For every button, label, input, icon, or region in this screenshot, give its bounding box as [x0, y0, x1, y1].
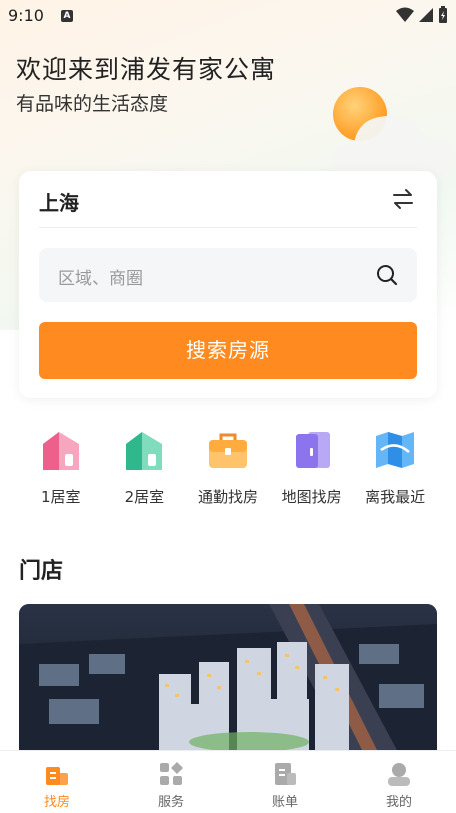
quick-link-label: 2居室: [124, 488, 165, 506]
quick-links: 1居室 2居室 通勤找房 地图找房 离我最近: [19, 428, 437, 508]
tab-find-home[interactable]: 找房: [0, 751, 114, 813]
bill-icon: [275, 763, 296, 785]
battery-icon: [439, 6, 447, 23]
swap-icon[interactable]: [391, 187, 415, 211]
tab-label: 我的: [385, 795, 412, 810]
tab-label: 账单: [271, 795, 298, 810]
tab-profile[interactable]: 我的: [342, 751, 456, 813]
tab-bills[interactable]: 账单: [228, 751, 342, 813]
city-selector[interactable]: 上海: [39, 185, 417, 228]
status-icons: [396, 6, 448, 24]
status-bar: 9:10 A: [0, 0, 456, 32]
search-button[interactable]: 搜索房源: [39, 322, 417, 379]
signal-icon: [419, 8, 433, 22]
city-label: 上海: [39, 191, 79, 215]
user-icon: [388, 763, 410, 786]
house-pink-icon: [42, 432, 79, 470]
building-icon: [46, 767, 68, 785]
tab-label: 找房: [43, 795, 70, 810]
search-placeholder: 区域、商圈: [58, 269, 143, 289]
search-card: 上海 区域、商圈 搜索房源: [19, 171, 437, 398]
grid-icon: [160, 762, 183, 785]
status-time: 9:10: [8, 6, 44, 25]
store-photo: [19, 604, 437, 754]
store-card-image[interactable]: [19, 604, 437, 754]
wifi-icon: [396, 7, 414, 22]
map-icon: [376, 432, 415, 468]
search-input[interactable]: 区域、商圈: [39, 248, 417, 302]
quick-link-2-room[interactable]: 2居室: [103, 428, 187, 508]
door-icon: [295, 432, 330, 468]
quick-link-commute[interactable]: 通勤找房: [186, 428, 270, 508]
stores-section-title: 门店: [19, 559, 64, 584]
notification-icon: A: [61, 10, 73, 22]
quick-link-1-room[interactable]: 1居室: [19, 428, 103, 508]
quick-link-label: 1居室: [41, 488, 81, 506]
quick-link-label: 通勤找房: [197, 488, 258, 506]
page-subtitle: 有品味的生活态度: [16, 93, 169, 115]
weather-sun-cloud-icon: [331, 87, 454, 176]
quick-link-map[interactable]: 地图找房: [270, 428, 354, 508]
tab-services[interactable]: 服务: [114, 751, 228, 813]
search-icon[interactable]: [375, 263, 399, 287]
quick-link-label: 地图找房: [281, 488, 342, 506]
quick-link-nearby[interactable]: 离我最近: [353, 428, 437, 508]
tab-label: 服务: [157, 795, 184, 810]
briefcase-icon: [208, 433, 247, 468]
page-title: 欢迎来到浦发有家公寓: [16, 55, 277, 84]
tab-bar: 找房 服务 账单 我的: [0, 750, 456, 813]
house-green-icon: [126, 432, 163, 470]
quick-link-label: 离我最近: [365, 488, 426, 506]
